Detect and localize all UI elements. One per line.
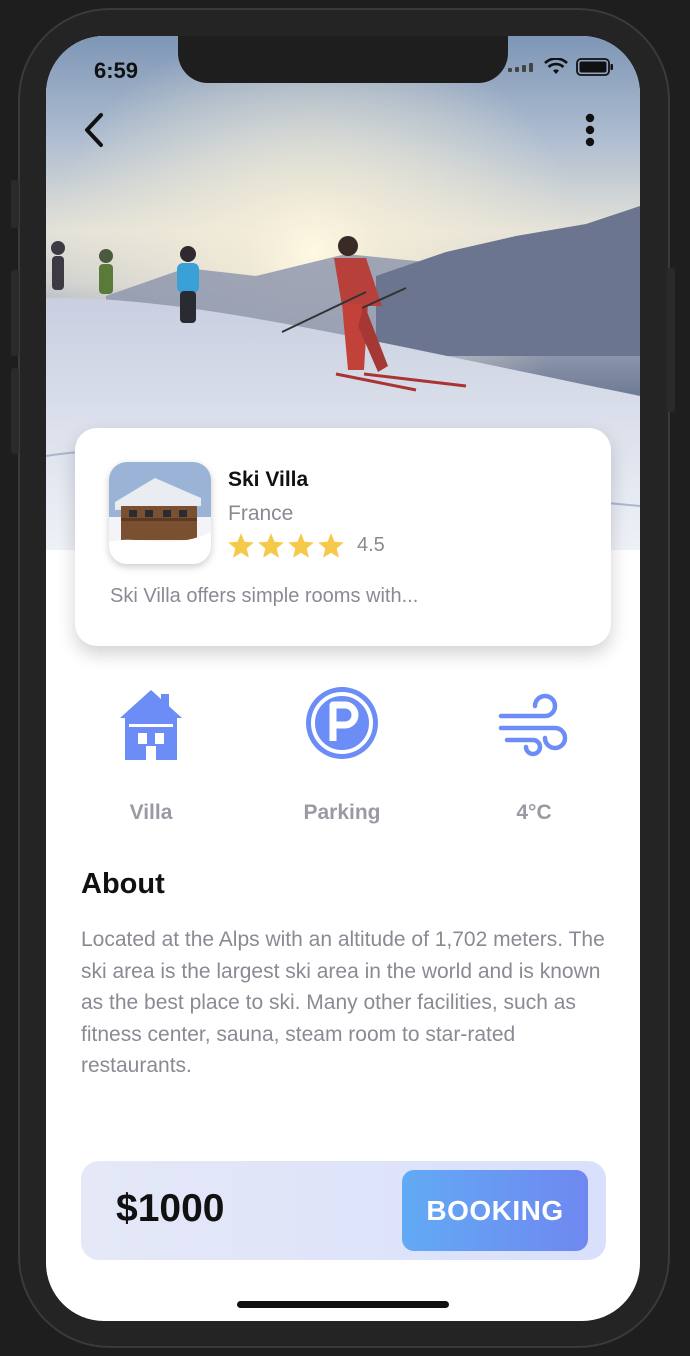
parking-icon [306,687,378,759]
status-time: 6:59 [94,58,139,83]
feature-parking[interactable]: Parking [272,686,412,825]
villa-thumbnail [109,462,211,564]
star-icon [258,533,284,558]
volume-up-button [11,270,19,356]
signal-icon [508,63,533,72]
villa-description: Ski Villa offers simple rooms with... [110,585,419,607]
battery-icon [576,58,613,76]
villa-summary-card[interactable]: Ski Villa France 4.5 Ski Villa offers si… [75,428,611,646]
back-button[interactable] [74,108,114,152]
volume-down-button [11,368,19,454]
feature-villa[interactable]: Villa [81,686,221,825]
status-icons [508,58,614,76]
house-icon [120,690,182,760]
more-options-button[interactable] [570,108,610,152]
star-icon [318,533,344,558]
villa-location: France [228,502,294,525]
screen: 6:59 Ski Villa France 4.5 Ski Villa offe… [46,36,640,1321]
about-text: Located at the Alps with an altitude of … [81,928,605,1077]
notch [178,36,508,83]
star-icon [228,533,254,558]
feature-label: Parking [303,801,381,824]
mute-switch [11,180,19,228]
booking-bar: $1000 BOOKING [81,1161,606,1260]
feature-weather[interactable]: 4°C [464,686,604,825]
booking-button[interactable]: BOOKING [402,1170,588,1251]
villa-title: Ski Villa [228,468,309,491]
wifi-icon [544,58,568,74]
feature-label: Villa [129,801,173,824]
wind-icon [498,693,568,757]
rating-row: 4.5 [227,532,385,559]
feature-label: 4°C [516,801,552,824]
rating-value: 4.5 [357,534,385,556]
about-heading: About [81,868,165,900]
power-button [667,268,675,412]
price: $1000 [116,1187,225,1230]
chevron-left-icon [85,113,103,147]
more-vertical-icon [585,113,595,147]
star-icon [288,533,314,558]
home-indicator[interactable] [237,1301,449,1308]
